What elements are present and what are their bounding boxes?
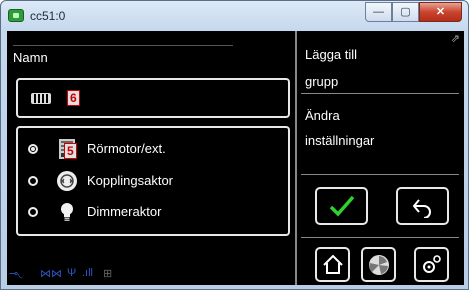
window-title: cc51:0 [30, 9, 66, 23]
radio-selected[interactable] [28, 144, 38, 154]
type-list: 5 Rörmotor/ext. Kopplingsaktor Dimmerakt… [16, 126, 290, 236]
settings-link-line[interactable]: Ändra [305, 108, 340, 123]
option-label: Dimmeraktor [87, 204, 162, 219]
maximize-button[interactable]: ▢ [392, 2, 419, 22]
radio-unselected[interactable] [28, 207, 38, 217]
option-label: Kopplingsaktor [87, 173, 173, 188]
home-icon [322, 254, 343, 274]
divider [301, 174, 459, 175]
list-item[interactable]: Dimmeraktor [18, 198, 288, 228]
fan-button[interactable] [361, 247, 396, 282]
sidebar-title-line: grupp [305, 74, 339, 89]
settings-link-line[interactable]: inställningar [305, 133, 374, 148]
title-bar[interactable]: cc51:0 — ▢ ✕ [1, 1, 468, 31]
lan-icon: ⊞ [103, 268, 113, 280]
badge-marker: 6 [67, 90, 80, 106]
right-panel: ⇗ Lägga till grupp Ändra inställningar [295, 31, 464, 285]
gear-icon [422, 254, 441, 273]
name-input-box[interactable]: 6 [16, 78, 290, 118]
status-bar: ⊸◟ ⋈⋈ Ψ .ıll ⊞ [7, 263, 295, 285]
badge-marker: 5 [64, 143, 77, 159]
checkmark-icon [329, 195, 354, 217]
option-label: Rörmotor/ext. [87, 141, 166, 156]
app-window: cc51:0 — ▢ ✕ Namn 6 5 Rörmotor/ext. Kopp… [0, 0, 469, 290]
home-button[interactable] [315, 247, 350, 282]
bulb-icon [56, 201, 78, 223]
minimize-button[interactable]: — [365, 2, 392, 22]
settings-button[interactable] [414, 247, 449, 282]
divider [301, 237, 459, 238]
pin-icon[interactable]: ⇗ [451, 32, 460, 45]
list-item[interactable]: 5 Rörmotor/ext. [18, 135, 288, 165]
confirm-button[interactable] [315, 187, 368, 225]
undo-icon [412, 199, 431, 218]
radio-unselected[interactable] [28, 176, 38, 186]
back-button[interactable] [396, 187, 449, 225]
sidebar-title-line: Lägga till [305, 47, 358, 62]
close-button[interactable]: ✕ [419, 2, 462, 22]
divider [301, 93, 459, 94]
app-icon [8, 9, 24, 22]
fan-icon [368, 254, 389, 275]
keyboard-icon[interactable] [31, 93, 51, 104]
left-panel: Namn 6 5 Rörmotor/ext. Kopplingsaktor Di… [7, 31, 295, 285]
network-icon: ⊸◟ [9, 268, 23, 280]
link-icon: ⋈⋈ [40, 268, 62, 280]
switch-actuator-icon [56, 170, 78, 192]
name-field[interactable]: 6 [63, 84, 283, 110]
list-item[interactable]: Kopplingsaktor [18, 167, 288, 197]
client-area: Namn 6 5 Rörmotor/ext. Kopplingsaktor Di… [7, 31, 464, 285]
divider [13, 45, 233, 46]
signal-icon: .ıll [82, 267, 93, 279]
name-label: Namn [13, 50, 48, 65]
antenna-icon: Ψ [67, 267, 77, 279]
